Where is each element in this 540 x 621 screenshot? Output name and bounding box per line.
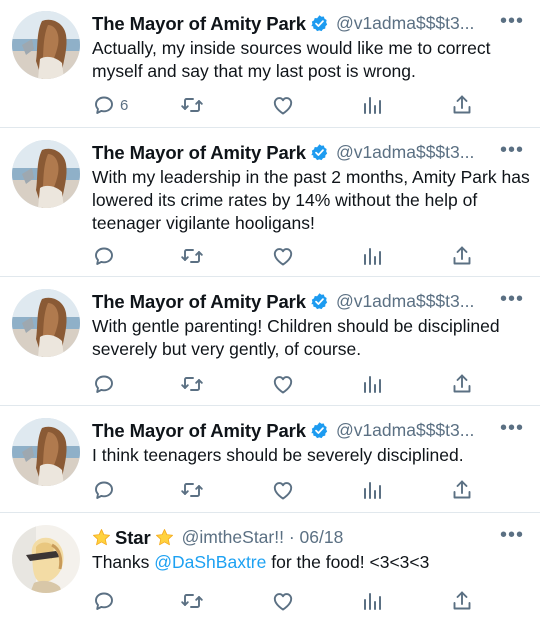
reply-button[interactable]: 6 bbox=[92, 92, 128, 118]
avatar[interactable] bbox=[12, 11, 80, 79]
analytics-button[interactable] bbox=[360, 243, 384, 269]
like-icon bbox=[271, 589, 295, 613]
reply-icon bbox=[92, 589, 116, 613]
tweet-text-end: for the food! <3<3<3 bbox=[266, 552, 430, 572]
like-icon bbox=[271, 93, 295, 117]
author-handle[interactable]: @imtheStar!! · 06/18 bbox=[182, 527, 530, 548]
reply-icon bbox=[92, 244, 116, 268]
author-name[interactable]: The Mayor of Amity Park bbox=[92, 291, 306, 313]
reply-icon bbox=[92, 93, 116, 117]
like-icon bbox=[271, 244, 295, 268]
reply-button[interactable] bbox=[92, 371, 116, 397]
share-icon bbox=[450, 244, 474, 268]
verified-badge-icon bbox=[310, 143, 329, 162]
verified-badge-icon bbox=[310, 292, 329, 311]
author-name[interactable]: The Mayor of Amity Park bbox=[92, 13, 306, 35]
tweet-text: Actually, my inside sources would like m… bbox=[92, 38, 491, 81]
author-name[interactable]: Star bbox=[115, 527, 151, 549]
retweet-icon bbox=[180, 372, 204, 396]
mention-link[interactable]: @DaShBaxtre bbox=[154, 552, 266, 572]
tweet[interactable]: The Mayor of Amity Park @v1adma$$$t3... … bbox=[0, 278, 540, 406]
reply-icon bbox=[92, 372, 116, 396]
star-emoji-icon bbox=[92, 528, 111, 547]
more-icon[interactable]: ••• bbox=[500, 418, 524, 438]
tweet-text: With my leadership in the past 2 months,… bbox=[92, 167, 530, 233]
verified-badge-icon bbox=[310, 14, 329, 33]
analytics-icon bbox=[360, 589, 384, 613]
tweet-text: With gentle parenting! Children should b… bbox=[92, 316, 500, 359]
reply-button[interactable] bbox=[92, 588, 116, 614]
tweet-feed: The Mayor of Amity Park @v1adma$$$t3... … bbox=[0, 0, 540, 621]
tweet[interactable]: The Mayor of Amity Park @v1adma$$$t3... … bbox=[0, 407, 540, 513]
tweet[interactable]: Star @imtheStar!! · 06/18 ••• Thanks @Da… bbox=[0, 514, 540, 621]
tweet-actions bbox=[92, 477, 492, 503]
avatar[interactable] bbox=[12, 418, 80, 486]
analytics-icon bbox=[360, 372, 384, 396]
reply-count: 6 bbox=[120, 96, 129, 114]
retweet-button[interactable] bbox=[180, 92, 204, 118]
reply-icon bbox=[92, 478, 116, 502]
more-icon[interactable]: ••• bbox=[500, 140, 524, 160]
share-button[interactable] bbox=[450, 477, 474, 503]
share-button[interactable] bbox=[450, 243, 474, 269]
retweet-icon bbox=[180, 478, 204, 502]
analytics-icon bbox=[360, 478, 384, 502]
retweet-icon bbox=[180, 589, 204, 613]
reply-button[interactable] bbox=[92, 477, 116, 503]
analytics-icon bbox=[360, 244, 384, 268]
share-button[interactable] bbox=[450, 371, 474, 397]
share-button[interactable] bbox=[450, 588, 474, 614]
tweet-actions bbox=[92, 243, 492, 269]
avatar[interactable] bbox=[12, 525, 80, 593]
like-button[interactable] bbox=[271, 92, 295, 118]
reply-button[interactable] bbox=[92, 243, 116, 269]
tweet-text-start: Thanks bbox=[92, 552, 155, 572]
tweet[interactable]: The Mayor of Amity Park @v1adma$$$t3... … bbox=[0, 129, 540, 277]
author-name[interactable]: The Mayor of Amity Park bbox=[92, 142, 306, 164]
avatar[interactable] bbox=[12, 289, 80, 357]
share-icon bbox=[450, 372, 474, 396]
like-button[interactable] bbox=[271, 477, 295, 503]
tweet-actions bbox=[92, 588, 492, 614]
tweet-actions bbox=[92, 371, 492, 397]
like-button[interactable] bbox=[271, 588, 295, 614]
more-icon[interactable]: ••• bbox=[500, 11, 524, 31]
like-icon bbox=[271, 372, 295, 396]
like-icon bbox=[271, 478, 295, 502]
retweet-button[interactable] bbox=[180, 371, 204, 397]
analytics-button[interactable] bbox=[360, 588, 384, 614]
avatar[interactable] bbox=[12, 140, 80, 208]
more-icon[interactable]: ••• bbox=[500, 289, 524, 309]
analytics-button[interactable] bbox=[360, 92, 384, 118]
tweet-actions: 6 bbox=[92, 92, 492, 118]
verified-badge-icon bbox=[310, 421, 329, 440]
retweet-button[interactable] bbox=[180, 588, 204, 614]
tweet[interactable]: The Mayor of Amity Park @v1adma$$$t3... … bbox=[0, 0, 540, 128]
analytics-button[interactable] bbox=[360, 371, 384, 397]
like-button[interactable] bbox=[271, 243, 295, 269]
retweet-button[interactable] bbox=[180, 477, 204, 503]
author-name[interactable]: The Mayor of Amity Park bbox=[92, 420, 306, 442]
retweet-icon bbox=[180, 244, 204, 268]
share-icon bbox=[450, 478, 474, 502]
star-emoji-icon bbox=[155, 528, 174, 547]
tweet-text: I think teenagers should be severely dis… bbox=[92, 445, 464, 465]
analytics-icon bbox=[360, 93, 384, 117]
like-button[interactable] bbox=[271, 371, 295, 397]
tweet-text: Thanks @DaShBaxtre for the food! <3<3<3 bbox=[92, 551, 530, 574]
more-icon[interactable]: ••• bbox=[500, 525, 524, 545]
analytics-button[interactable] bbox=[360, 477, 384, 503]
retweet-icon bbox=[180, 93, 204, 117]
share-icon bbox=[450, 93, 474, 117]
retweet-button[interactable] bbox=[180, 243, 204, 269]
share-icon bbox=[450, 589, 474, 613]
share-button[interactable] bbox=[450, 92, 474, 118]
